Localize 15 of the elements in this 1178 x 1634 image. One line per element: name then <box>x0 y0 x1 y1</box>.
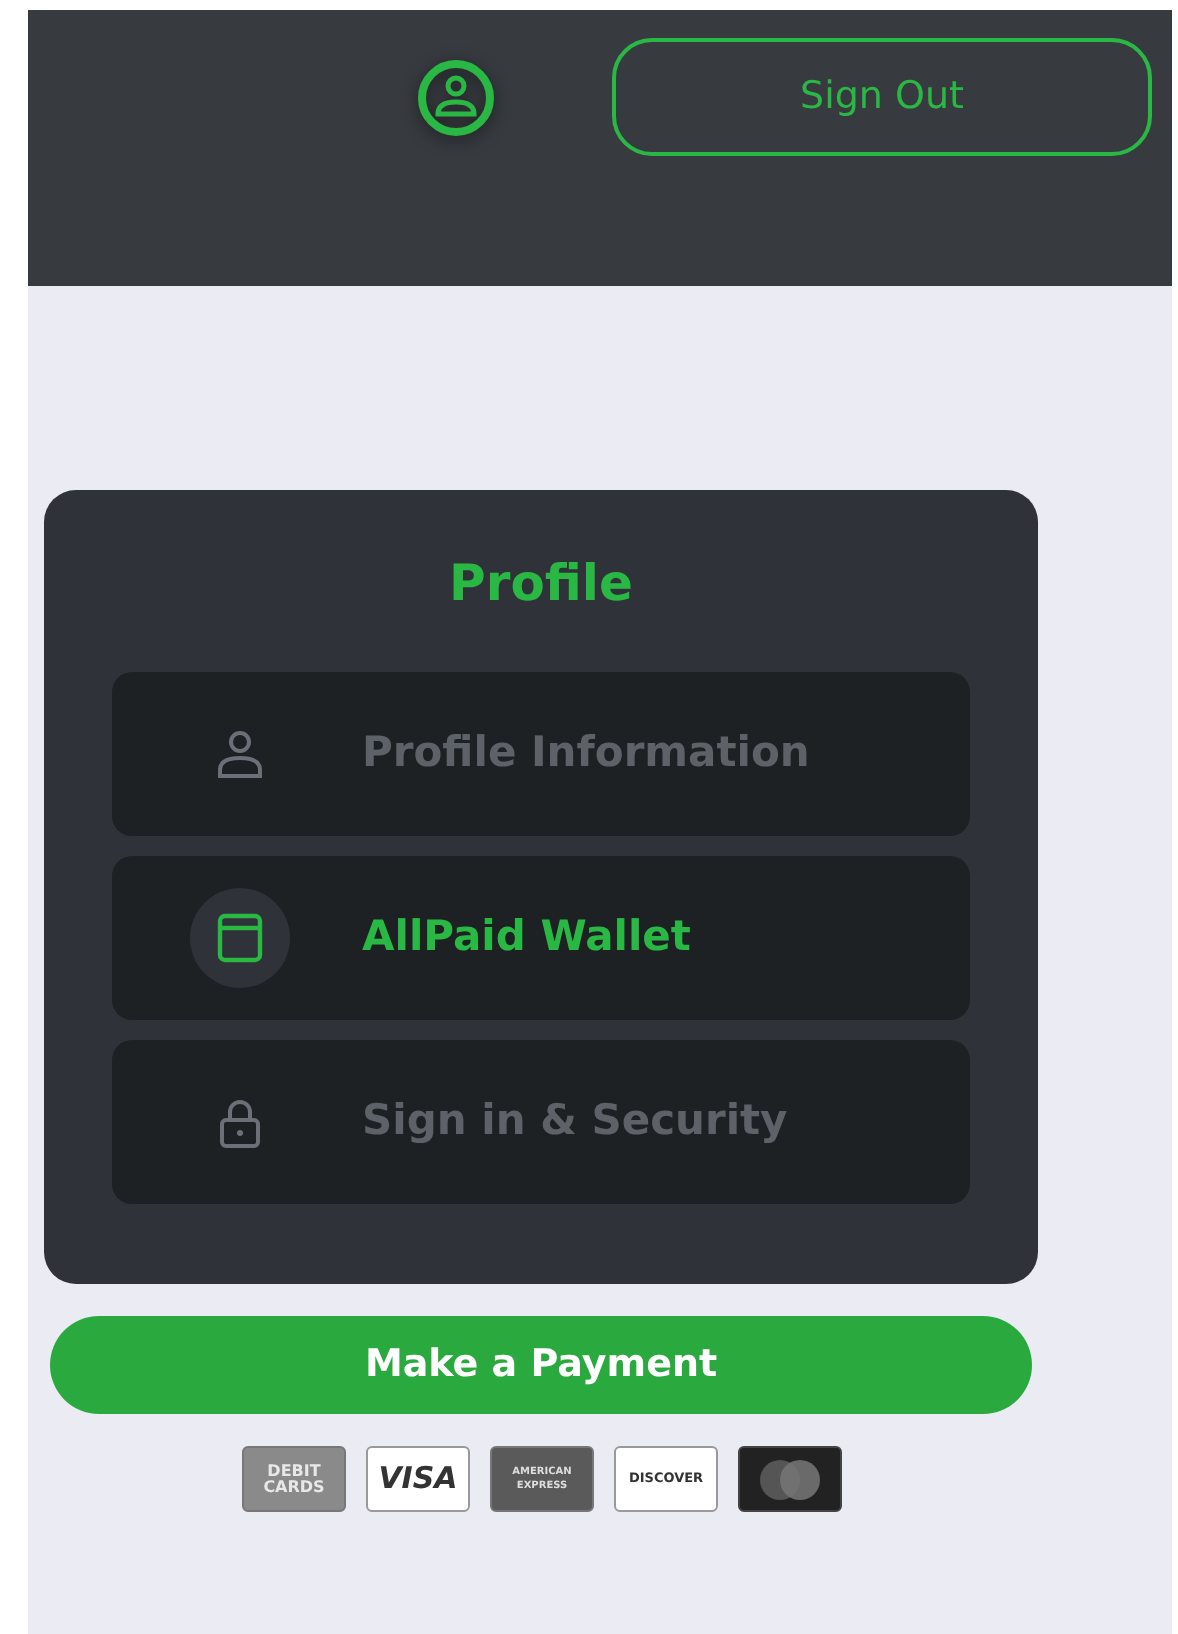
menu-label: Profile Information <box>362 726 810 781</box>
menu-item[interactable]: Profile Information <box>112 672 970 836</box>
menu-label: Sign in & Security <box>362 1094 788 1149</box>
person-icon <box>212 726 268 782</box>
menu-label: AllPaid Wallet <box>362 910 691 965</box>
menu-item[interactable]: Sign in & Security <box>112 1040 970 1204</box>
account-icon[interactable] <box>416 58 496 138</box>
card-title: Profile <box>449 552 633 616</box>
visa-logo: VISA <box>366 1446 470 1512</box>
menu-item[interactable]: AllPaid Wallet <box>112 856 970 1020</box>
sign-out-button[interactable]: Sign Out <box>612 38 1152 156</box>
window-icon <box>212 910 268 966</box>
make-payment-button[interactable]: Make a Payment <box>50 1316 1032 1414</box>
mastercard-logo <box>738 1446 842 1512</box>
debit-card-logo: DEBIT CARDS <box>242 1446 346 1512</box>
